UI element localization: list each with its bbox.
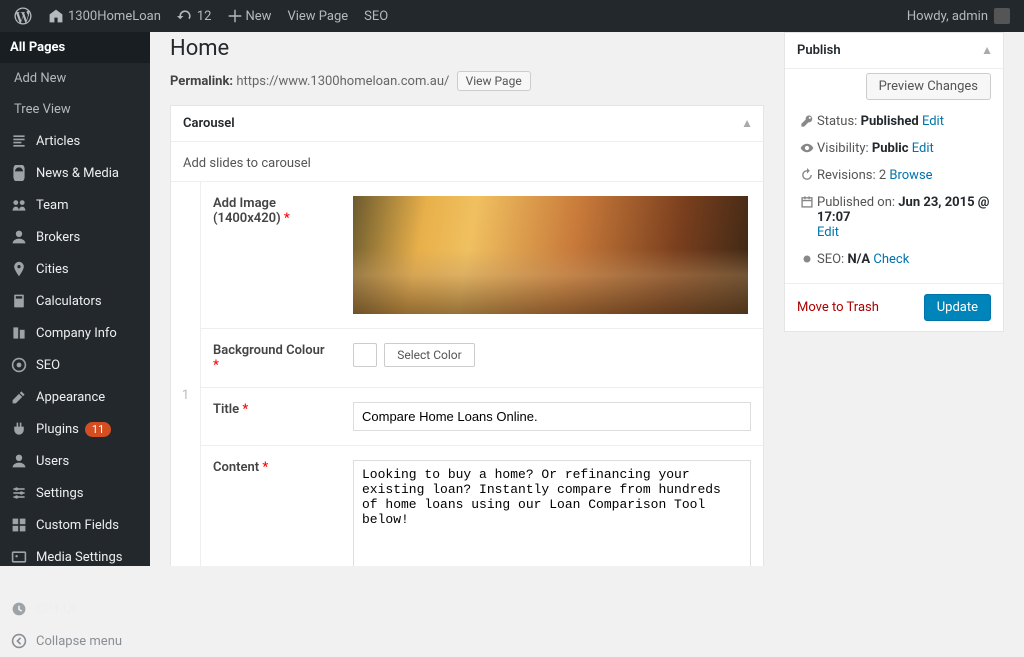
select-color-button[interactable]: Select Color [384,343,474,367]
menu-custom-fields[interactable]: Custom Fields [0,509,150,541]
permalink-label: Permalink: [170,74,233,89]
menu-seo[interactable]: SEO [0,349,150,381]
menu-collapse[interactable]: Collapse menu [0,625,150,657]
update-button[interactable]: Update [924,294,991,321]
collapse-icon[interactable]: ▲ [741,116,753,130]
seo-dot-icon [797,252,817,266]
avatar [994,8,1010,24]
edit-visibility-link[interactable]: Edit [912,141,934,156]
menu-cities[interactable]: Cities [0,253,150,285]
check-seo-link[interactable]: Check [873,252,909,267]
menu-articles[interactable]: Articles [0,125,150,157]
title-input[interactable] [353,402,751,431]
calendar-icon [797,195,817,209]
carousel-slide-row: 1 Add Image (1400x420) * Background Colo… [171,181,763,566]
menu-brokers[interactable]: Brokers [0,221,150,253]
title-field-label: Title * [201,388,341,445]
content-area: Home Permalink: https://www.1300homeloan… [150,32,1024,566]
seo-label: SEO [364,9,388,24]
menu-users[interactable]: Users [0,445,150,477]
edit-status-link[interactable]: Edit [922,114,944,129]
carousel-box-title[interactable]: Carousel ▲ [171,106,763,142]
menu-cpt-ui[interactable]: CPT UI [0,593,150,625]
menu-team[interactable]: Team [0,189,150,221]
view-page-label: View Page [287,9,348,24]
publish-box-title[interactable]: Publish ▲ [785,33,1003,69]
menu-plugins[interactable]: Plugins11 [0,413,150,445]
revisions-row: Revisions: 2 Browse [817,168,991,183]
menu-all-pages[interactable]: All Pages [0,32,150,63]
edit-date-link[interactable]: Edit [817,225,839,240]
updates-count: 12 [197,9,212,24]
seo-row: SEO: N/A Check [817,252,991,267]
image-preview[interactable] [353,196,748,314]
bg-colour-label: Background Colour * [201,329,341,387]
menu-add-new[interactable]: Add New [0,63,150,94]
admin-menu: All Pages Add New Tree View Articles New… [0,32,150,566]
move-to-trash-link[interactable]: Move to Trash [797,300,879,315]
carousel-desc: Add slides to carousel [171,142,763,181]
permalink-row: Permalink: https://www.1300homeloan.com.… [170,71,764,91]
menu-calculators[interactable]: Calculators [0,285,150,317]
site-home-link[interactable]: 1300HomeLoan [40,0,169,32]
updates-link[interactable]: 12 [169,0,220,32]
browse-revisions-link[interactable]: Browse [889,168,932,183]
menu-company-info[interactable]: Company Info [0,317,150,349]
carousel-box: Carousel ▲ Add slides to carousel 1 Add … [170,105,764,566]
content-field-label: Content * [201,446,341,566]
visibility-row: Visibility: Public Edit [817,141,991,156]
preview-changes-button[interactable]: Preview Changes [866,73,991,100]
permalink-url: https://www.1300homeloan.com.au/ [236,74,449,89]
revisions-icon [797,168,817,182]
publish-box: Publish ▲ Preview Changes Status: Publis… [784,32,1004,332]
admin-bar: 1300HomeLoan 12 New View Page SEO Howdy,… [0,0,1024,32]
seo-link[interactable]: SEO [356,0,396,32]
page-title: Home [170,36,764,61]
plugins-badge: 11 [85,422,111,437]
status-row: Status: Published Edit [817,114,991,129]
site-name: 1300HomeLoan [68,9,161,24]
content-textarea[interactable] [353,460,751,566]
view-page-button[interactable]: View Page [457,71,531,91]
collapse-icon[interactable]: ▲ [981,43,993,57]
key-icon [797,114,817,128]
menu-news-media[interactable]: News & Media [0,157,150,189]
account-link[interactable]: Howdy, admin [899,0,1018,32]
row-number: 1 [171,182,201,566]
menu-media-settings[interactable]: Media Settings [0,541,150,573]
wp-logo[interactable] [6,0,40,32]
menu-settings[interactable]: Settings [0,477,150,509]
menu-appearance[interactable]: Appearance [0,381,150,413]
eye-icon [797,141,817,155]
new-label: New [246,9,272,24]
howdy-text: Howdy, admin [907,9,988,24]
published-on-row: Published on: Jun 23, 2015 @ 17:07Edit [817,195,991,240]
color-swatch[interactable] [353,343,377,367]
menu-tree-view[interactable]: Tree View [0,94,150,125]
add-image-label: Add Image (1400x420) * [201,182,341,328]
new-content-link[interactable]: New [220,0,280,32]
view-page-link[interactable]: View Page [279,0,356,32]
